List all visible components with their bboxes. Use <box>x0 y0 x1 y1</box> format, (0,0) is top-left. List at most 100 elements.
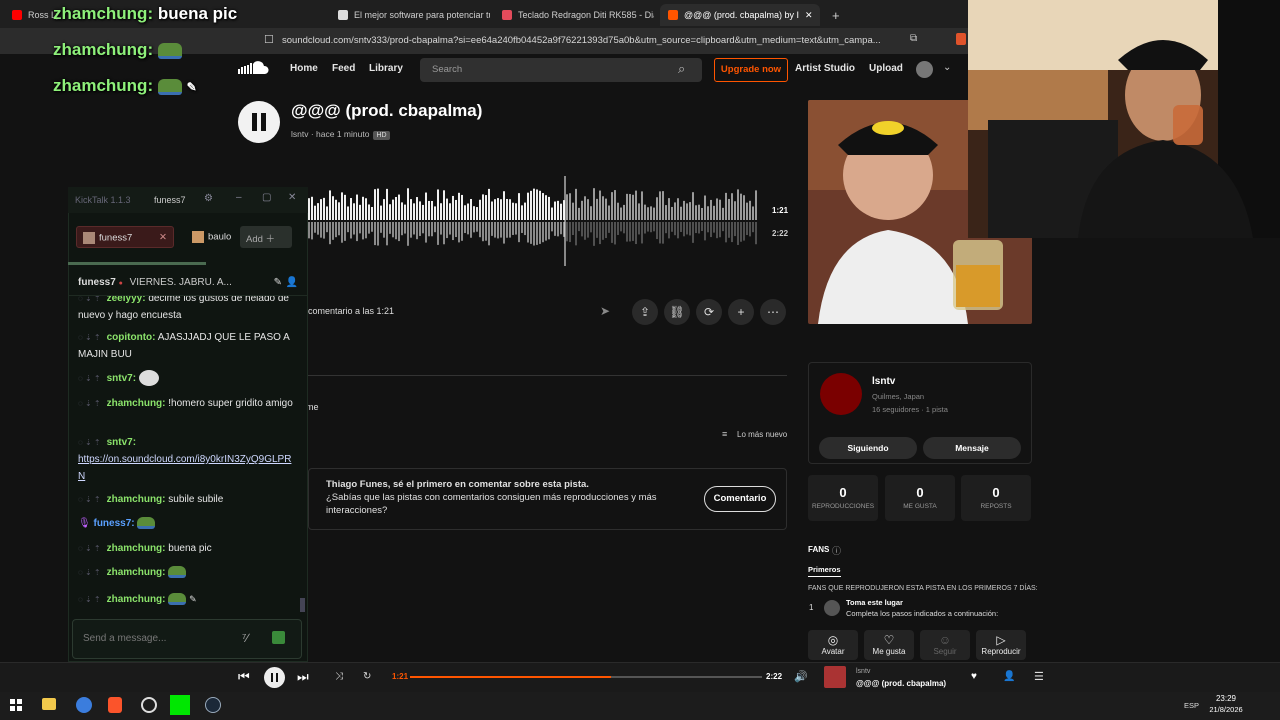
mod-actions-icon[interactable]: ◌ ⇣ ⇡ <box>78 595 101 604</box>
search-icon[interactable]: ⌕ <box>678 61 685 77</box>
mod-actions-icon[interactable]: ◌ ⇣ ⇡ <box>78 568 101 577</box>
waveform-bar-reflection <box>539 222 541 244</box>
waveform[interactable] <box>308 176 758 266</box>
player-title[interactable]: @@@ (prod. cbapalma) <box>856 679 946 688</box>
mod-actions-icon[interactable]: ◌ ⇣ ⇡ <box>78 438 101 447</box>
repeat-icon[interactable]: ↻ <box>363 671 371 682</box>
player-artist[interactable]: lsntv <box>856 668 870 675</box>
add-chat-button[interactable]: Add ＋ <box>240 226 292 248</box>
action-avatar[interactable]: ◎ Avatar <box>808 630 858 660</box>
action-like[interactable]: ♡ Me gusta <box>864 630 914 660</box>
current-user[interactable]: funess7 <box>154 195 186 205</box>
pause-button[interactable] <box>238 101 280 143</box>
steam-icon[interactable] <box>205 697 221 713</box>
clock-date[interactable]: 21/8/2026 <box>1204 705 1248 714</box>
mod-actions-icon[interactable]: ◌ ⇣ ⇡ <box>78 374 101 383</box>
nav-home[interactable]: Home <box>290 63 318 74</box>
settings-icon[interactable]: ⚙ <box>204 193 213 204</box>
app-icon[interactable] <box>76 697 92 713</box>
pin-icon[interactable]: ✎ <box>274 277 282 288</box>
translate-icon[interactable]: ⧉ <box>910 33 917 44</box>
shuffle-icon[interactable]: ⤨ <box>335 671 343 682</box>
browser-tab-active[interactable]: @@@ (prod. cbapalma) by I ✕ <box>660 4 820 26</box>
waveform-bar <box>413 203 415 220</box>
mod-actions-icon[interactable]: ◌ ⇣ ⇡ <box>78 399 101 408</box>
language-indicator[interactable]: ESP <box>1184 701 1199 710</box>
chat-tab-baulo[interactable]: baulo <box>186 226 238 248</box>
mod-actions-icon[interactable]: ◌ ⇣ ⇡ <box>78 296 101 303</box>
waveform-bar-reflection <box>308 222 310 239</box>
mod-actions-icon[interactable]: ◌ ⇣ ⇡ <box>78 333 101 342</box>
close-tab-icon[interactable]: ✕ <box>805 10 813 21</box>
soundcloud-logo-icon[interactable] <box>237 60 269 76</box>
new-tab-button[interactable]: + <box>824 4 844 26</box>
sort-icon[interactable]: ≡ <box>722 429 727 439</box>
windows-start-icon[interactable] <box>10 699 22 711</box>
brave-shield-icon[interactable] <box>956 33 966 45</box>
brave-icon[interactable] <box>108 697 122 713</box>
chat-input[interactable]: Send a message... <box>72 619 302 659</box>
chat-message-list[interactable]: ◌ ⇣ ⇡ zeelyyy: decime los gustos de helad… <box>72 296 298 616</box>
search-input[interactable]: Search <box>420 58 702 82</box>
sort-label[interactable]: Lo más nuevo <box>737 430 787 439</box>
maximize-icon[interactable]: ▢ <box>262 192 271 203</box>
chat-link[interactable]: https://on.soundcloud.com/i8y0krIN3ZyQ9G… <box>78 454 291 482</box>
waveform-bar-reflection <box>515 222 517 235</box>
obs-icon[interactable] <box>141 697 157 713</box>
nav-feed[interactable]: Feed <box>332 63 355 74</box>
waveform-bar <box>488 188 490 220</box>
share-icon[interactable]: ⇪ <box>632 299 658 325</box>
track-artist[interactable]: lsntv <box>291 129 308 139</box>
mod-actions-icon[interactable]: ◌ ⇣ ⇡ <box>78 495 101 504</box>
clock-time[interactable]: 23:29 <box>1208 694 1244 703</box>
repost-icon[interactable]: ⟳ <box>696 299 722 325</box>
message-button[interactable]: Mensaje <box>923 437 1021 459</box>
comment-button[interactable]: Comentario <box>704 486 776 512</box>
add-to-playlist-icon[interactable]: + <box>728 299 754 325</box>
browser-tab[interactable]: Ross Lyn <box>4 4 58 26</box>
close-icon[interactable]: ✕ <box>288 192 296 203</box>
artist-name[interactable]: lsntv <box>872 376 895 387</box>
file-explorer-icon[interactable] <box>42 698 56 710</box>
follow-icon[interactable]: 👤 <box>1003 671 1015 682</box>
copy-link-icon[interactable]: ⛓ <box>664 299 690 325</box>
close-tab-icon[interactable]: ✕ <box>159 232 167 243</box>
send-icon[interactable]: ➤ <box>600 304 610 318</box>
chat-channel[interactable]: funess7 <box>78 277 116 288</box>
nav-upload[interactable]: Upload <box>869 63 903 74</box>
action-play[interactable]: ▷ Reproducir <box>976 630 1026 660</box>
chat-tab-funess7[interactable]: funess7 ✕ <box>76 226 174 248</box>
emote-picker-icon[interactable]: ⁷∕ <box>242 631 248 645</box>
artist-avatar[interactable] <box>820 373 862 415</box>
info-icon[interactable]: ⓘ <box>832 544 841 557</box>
more-icon[interactable]: ⋯ <box>760 299 786 325</box>
tab-scrollbar[interactable] <box>68 262 206 265</box>
previous-icon[interactable]: ⏮ <box>238 669 250 685</box>
mod-actions-icon[interactable]: ◌ ⇣ ⇡ <box>78 544 101 553</box>
action-follow[interactable]: ☺ Seguir <box>920 630 970 660</box>
fans-tab-first[interactable]: Primeros <box>808 565 841 577</box>
waveform-bar-reflection <box>707 222 709 233</box>
player-pause-button[interactable] <box>264 667 285 688</box>
minimize-icon[interactable]: – <box>236 192 242 203</box>
chat-scrollbar[interactable] <box>300 598 305 612</box>
nav-library[interactable]: Library <box>369 63 403 74</box>
kick-emote-icon[interactable] <box>272 631 285 644</box>
like-icon[interactable]: ♥ <box>971 671 977 682</box>
following-button[interactable]: Siguiendo <box>819 437 917 459</box>
upgrade-button[interactable]: Upgrade now <box>714 58 788 82</box>
kick-icon[interactable] <box>170 695 190 715</box>
browser-tab[interactable]: Teclado Redragon Diti RK585 - Diam <box>494 4 654 26</box>
user-avatar[interactable] <box>916 61 933 78</box>
chevron-down-icon[interactable]: ⌄ <box>943 62 951 73</box>
player-artwork[interactable] <box>824 666 846 688</box>
bookmark-icon[interactable]: ☐ <box>264 33 274 46</box>
volume-icon[interactable]: 🔊 <box>794 670 808 683</box>
browser-tab[interactable]: El mejor software para potenciar tu s <box>330 4 490 26</box>
comment-input[interactable]: comentario a las 1:21 <box>300 298 630 324</box>
users-icon[interactable]: 👤 <box>286 277 298 288</box>
next-icon[interactable]: ⏭ <box>297 669 309 685</box>
queue-icon[interactable]: ☰ <box>1034 670 1044 683</box>
nav-artist-studio[interactable]: Artist Studio <box>795 63 855 74</box>
url-field[interactable]: soundcloud.com/sntv333/prod-cbapalma?si=… <box>282 31 902 51</box>
